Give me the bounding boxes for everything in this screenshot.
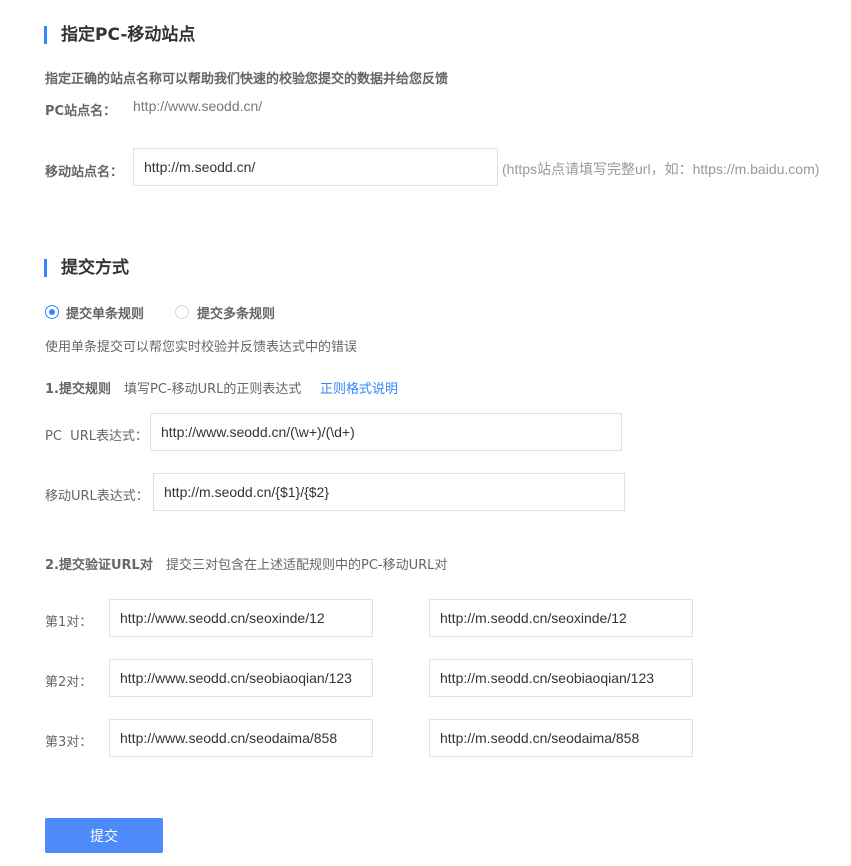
- radio-multiple-rules[interactable]: [175, 305, 189, 319]
- regex-help-link[interactable]: 正则格式说明: [320, 378, 398, 397]
- pc-url-expression-label: PC URL表达式：: [45, 429, 148, 444]
- mobile-site-label: 移动站点名：: [45, 165, 124, 180]
- mobile-site-input[interactable]: http://m.seodd.cn/: [133, 148, 498, 186]
- pairs-step-title: 2.提交验证URL对: [45, 558, 153, 573]
- mobile-url-expression-label: 移动URL表达式：: [45, 489, 149, 504]
- pair-3-label: 第3对：: [45, 735, 93, 750]
- rules-step-title: 1.提交规则: [45, 382, 111, 397]
- radio-multiple-rules-label[interactable]: 提交多条规则: [197, 303, 275, 322]
- pair-3-mobile-input[interactable]: http://m.seodd.cn/seodaima/858: [429, 719, 693, 757]
- submit-button[interactable]: 提交: [45, 818, 163, 853]
- radio-single-rule-label[interactable]: 提交单条规则: [66, 303, 144, 322]
- pc-url-expression-input[interactable]: http://www.seodd.cn/(\w+)/(\d+): [150, 413, 622, 451]
- site-description: 指定正确的站点名称可以帮助我们快速的校验您提交的数据并给您反馈: [45, 72, 449, 87]
- pc-site-value: http://www.seodd.cn/: [133, 98, 263, 114]
- pair-1-mobile-input[interactable]: http://m.seodd.cn/seoxinde/12: [429, 599, 693, 637]
- radio-single-rule[interactable]: [45, 305, 59, 319]
- pair-1-label: 第1对：: [45, 615, 93, 630]
- pc-site-label: PC站点名：: [45, 104, 117, 119]
- pair-2-mobile-input[interactable]: http://m.seodd.cn/seobiaoqian/123: [429, 659, 693, 697]
- site-section-title: 指定PC-移动站点: [44, 26, 195, 44]
- mobile-url-expression-input[interactable]: http://m.seodd.cn/{$1}/{$2}: [153, 473, 625, 511]
- rules-step-description: 填写PC-移动URL的正则表达式: [124, 382, 302, 397]
- pair-2-pc-input[interactable]: http://www.seodd.cn/seobiaoqian/123: [109, 659, 373, 697]
- submit-method-title: 提交方式: [44, 259, 129, 277]
- pair-1-pc-input[interactable]: http://www.seodd.cn/seoxinde/12: [109, 599, 373, 637]
- pairs-step-description: 提交三对包含在上述适配规则中的PC-移动URL对: [166, 558, 448, 573]
- pair-2-label: 第2对：: [45, 675, 93, 690]
- mobile-site-hint: (https站点请填写完整url，如：https://m.baidu.com): [502, 161, 820, 177]
- submit-method-description: 使用单条提交可以帮您实时校验并反馈表达式中的错误: [45, 340, 358, 355]
- pair-3-pc-input[interactable]: http://www.seodd.cn/seodaima/858: [109, 719, 373, 757]
